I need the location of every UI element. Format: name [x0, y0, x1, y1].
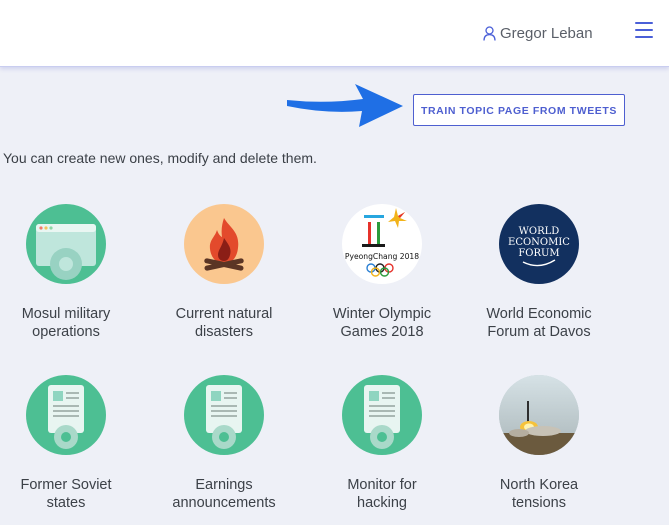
user-name: Gregor Leban — [500, 24, 593, 42]
fire-icon — [184, 204, 264, 284]
document-gear-icon — [26, 375, 106, 455]
topic-card[interactable]: Monitor for hacking — [307, 375, 457, 512]
wef-logo-line: WORLD — [519, 226, 560, 237]
topic-title-line1: Monitor for — [347, 477, 417, 493]
topic-title-line1: Current natural — [175, 306, 273, 322]
wef-logo-line: ECONOMIC — [508, 237, 570, 248]
topic-title-line2: operations — [32, 324, 100, 340]
topic-title-line2: Games 2018 — [340, 324, 424, 340]
topic-title-line2: states — [46, 495, 86, 511]
pyeongchang-logo: PyeongChang 2018 — [342, 204, 422, 284]
topic-title-line2: Forum at Davos — [487, 324, 591, 340]
topic-title-line1: Mosul military — [21, 306, 111, 322]
top-navbar: Gregor Leban — [0, 0, 669, 67]
wef-logo-line: FORUM — [518, 248, 559, 259]
topic-title-line1: World Economic — [486, 306, 592, 322]
intro-text: You can create new ones, modify and dele… — [3, 150, 317, 166]
topic-card[interactable]: PyeongChang 2018 Winter Olympic Games 20… — [307, 204, 457, 341]
topic-title-line2: disasters — [194, 324, 254, 340]
topic-card[interactable]: WORLD ECONOMIC FORUM World Economic Foru… — [464, 204, 614, 341]
user-menu[interactable]: Gregor Leban — [483, 22, 593, 44]
topic-title-line2: tensions — [511, 495, 566, 511]
topic-title-line2: hacking — [357, 495, 407, 511]
topic-title-line1: North Korea — [499, 477, 579, 493]
topic-title-line1: Earnings — [195, 477, 253, 493]
topic-card[interactable]: Earnings announcements — [149, 375, 299, 512]
wef-logo: WORLD ECONOMIC FORUM — [499, 204, 579, 284]
document-gear-icon — [184, 375, 264, 455]
topic-card[interactable]: Mosul military operations — [0, 204, 141, 341]
topic-card[interactable]: Former Soviet states — [0, 375, 141, 512]
topic-card[interactable]: Current natural disasters — [149, 204, 299, 341]
missile-launch-photo — [499, 375, 579, 455]
user-icon — [483, 25, 496, 41]
hamburger-menu-icon[interactable] — [635, 22, 653, 38]
topic-title-line2: announcements — [172, 495, 276, 511]
topic-title-line1: Winter Olympic — [332, 306, 432, 322]
topic-card[interactable]: North Korea tensions — [464, 375, 614, 512]
topic-title-line1: Former Soviet — [20, 477, 112, 493]
pyeongchang-logo-text: PyeongChang 2018 — [345, 252, 419, 261]
document-gear-icon — [342, 375, 422, 455]
arrow-right-icon — [287, 84, 403, 127]
browser-gear-icon — [26, 204, 106, 284]
train-topic-page-button[interactable]: TRAIN TOPIC PAGE FROM TWEETS — [413, 94, 625, 126]
